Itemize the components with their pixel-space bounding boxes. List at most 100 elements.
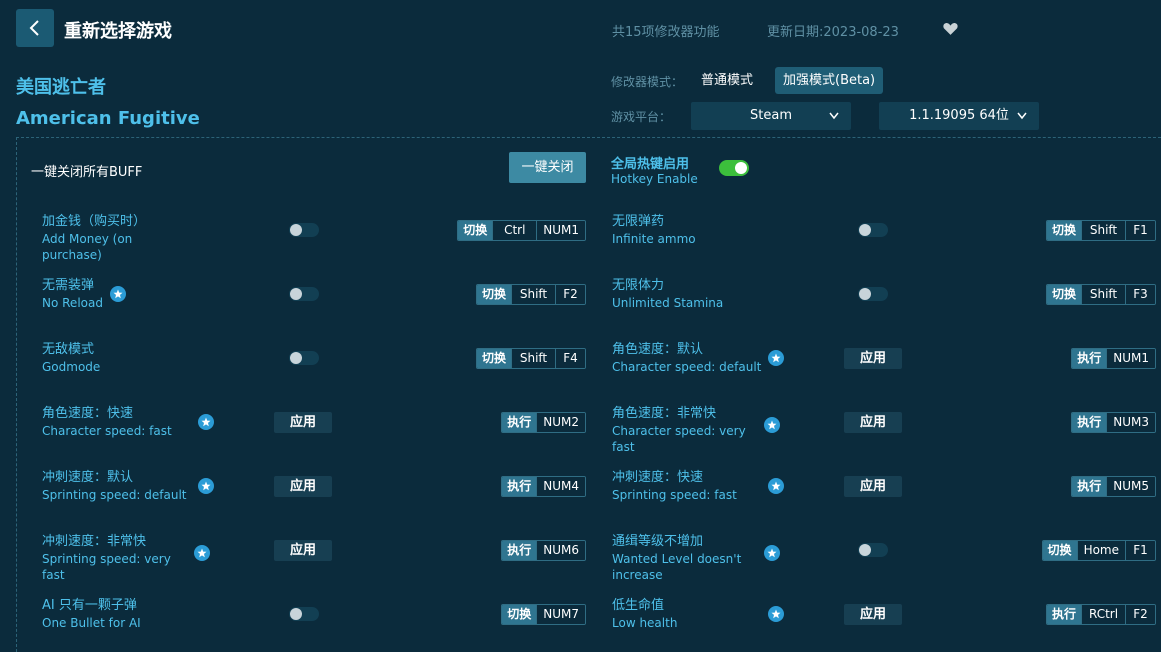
hotkey-key: NUM1 [536, 221, 585, 240]
toggle-knob [290, 224, 302, 236]
star-icon [768, 350, 784, 366]
mode-normal-button[interactable]: 普通模式 [693, 67, 761, 94]
hotkey-key: NUM1 [1106, 349, 1155, 368]
hotkey-action: 执行 [502, 541, 537, 560]
hotkey-action: 执行 [1072, 349, 1107, 368]
chevron-left-icon [29, 20, 39, 36]
hotkey-group[interactable]: 切换 Ctrl NUM1 [457, 220, 586, 241]
feature-name-en: Wanted Level doesn't increase [612, 552, 742, 582]
game-name-cn: 美国逃亡者 [16, 77, 106, 98]
apply-button[interactable]: 应用 [844, 604, 902, 625]
feature-name-en: Character speed: very fast [612, 424, 746, 454]
feature-name-cn: 无敌模式 [42, 342, 95, 357]
feature-name-cn: 低生命值 [612, 598, 665, 613]
hotkey-enable-switch[interactable] [719, 160, 749, 176]
feature-text: AI 只有一颗子弹 One Bullet for AI [42, 597, 192, 631]
heart-icon[interactable] [942, 20, 959, 37]
hotkey-group[interactable]: 切换 Shift F1 [1045, 220, 1156, 241]
platform-label: 游戏平台： [611, 110, 672, 124]
feature-text: 无敌模式 Godmode [42, 341, 192, 375]
feature-text: 低生命值 Low health [612, 597, 762, 631]
feature-name-en: Infinite ammo [612, 232, 696, 246]
game-name-en: American Fugitive [16, 108, 200, 129]
version-select-value: 1.1.19095 64位 [909, 108, 1009, 123]
hotkey-group[interactable]: 切换 Shift F3 [1045, 284, 1156, 305]
feature-text: 冲刺速度：默认 Sprinting speed: default [42, 469, 192, 503]
feature-count: 共15项修改器功能 [612, 25, 720, 40]
apply-button[interactable]: 应用 [274, 412, 332, 433]
feature-toggle[interactable] [858, 543, 888, 557]
hotkey-action: 切换 [1046, 221, 1081, 240]
feature-name-en: Character speed: default [612, 360, 762, 374]
star-icon [110, 286, 126, 302]
toggle-knob [290, 288, 302, 300]
hotkey-action: 执行 [1046, 605, 1081, 624]
feature-toggle[interactable] [858, 223, 888, 237]
feature-text: 冲刺速度：非常快 Sprinting speed: very fast [42, 533, 192, 583]
hotkey-group[interactable]: 执行 NUM3 [1071, 412, 1156, 433]
feature-toggle[interactable] [858, 287, 888, 301]
hotkey-label-en: Hotkey Enable [611, 172, 698, 186]
feature-name-cn: 冲刺速度：非常快 [42, 534, 147, 549]
hotkey-key: F4 [555, 349, 585, 368]
hotkey-group[interactable]: 切换 Shift F4 [475, 348, 586, 369]
feature-toggle[interactable] [289, 607, 319, 621]
hotkey-action: 执行 [1072, 477, 1107, 496]
star-icon [198, 414, 214, 430]
hotkey-group[interactable]: 执行 NUM6 [501, 540, 586, 561]
hotkey-action: 执行 [502, 413, 537, 432]
feature-toggle[interactable] [289, 223, 319, 237]
feature-name-cn: 角色速度：快速 [42, 406, 134, 421]
hotkey-key: RCtrl [1081, 605, 1125, 624]
back-button[interactable] [16, 9, 54, 47]
hotkey-group[interactable]: 切换 Shift F2 [475, 284, 586, 305]
star-icon [764, 417, 780, 433]
hotkey-group[interactable]: 切换 NUM7 [501, 604, 586, 625]
feature-name-en: Sprinting speed: very fast [42, 552, 171, 582]
star-icon [198, 478, 214, 494]
apply-button[interactable]: 应用 [844, 348, 902, 369]
hotkey-action: 切换 [1042, 541, 1077, 560]
platform-select[interactable]: Steam [691, 102, 851, 130]
hotkey-action: 切换 [458, 221, 493, 240]
star-icon [768, 606, 784, 622]
apply-button[interactable]: 应用 [844, 476, 902, 497]
feature-name-cn: 加金钱（购买时） [42, 214, 147, 229]
hotkey-key: NUM5 [1106, 477, 1155, 496]
star-icon [768, 478, 784, 494]
disable-all-label: 一键关闭所有BUFF [31, 165, 143, 180]
version-select[interactable]: 1.1.19095 64位 [879, 102, 1039, 130]
feature-text: 角色速度：非常快 Character speed: very fast [612, 405, 762, 455]
mode-label: 修改器模式： [611, 75, 684, 89]
hotkey-group[interactable]: 执行 NUM5 [1071, 476, 1156, 497]
hotkey-group[interactable]: 执行 NUM1 [1071, 348, 1156, 369]
hotkey-key: Shift [511, 285, 555, 304]
feature-text: 无限弹药 Infinite ammo [612, 213, 762, 247]
feature-text: 冲刺速度：快速 Sprinting speed: fast [612, 469, 762, 503]
hotkey-action: 执行 [502, 477, 537, 496]
feature-toggle[interactable] [289, 287, 319, 301]
hotkey-key: F1 [1125, 221, 1155, 240]
feature-name-cn: AI 只有一颗子弹 [42, 598, 137, 613]
hotkey-key: Ctrl [492, 221, 537, 240]
page-title: 重新选择游戏 [64, 21, 172, 42]
hotkey-group[interactable]: 切换 Home F1 [1041, 540, 1156, 561]
feature-name-en: Sprinting speed: fast [612, 488, 737, 502]
platform-select-value: Steam [750, 108, 792, 123]
feature-name-cn: 无限弹药 [612, 214, 665, 229]
hotkey-key: F1 [1125, 541, 1155, 560]
apply-button[interactable]: 应用 [274, 476, 332, 497]
apply-button[interactable]: 应用 [274, 540, 332, 561]
disable-all-button[interactable]: 一键关闭 [509, 152, 586, 183]
hotkey-action: 执行 [1072, 413, 1107, 432]
feature-toggle[interactable] [289, 351, 319, 365]
star-icon [194, 545, 210, 561]
hotkey-group[interactable]: 执行 RCtrl F2 [1045, 604, 1156, 625]
apply-button[interactable]: 应用 [844, 412, 902, 433]
mode-beta-button[interactable]: 加强模式(Beta) [775, 67, 884, 94]
hotkey-key: NUM4 [536, 477, 585, 496]
hotkey-group[interactable]: 执行 NUM2 [501, 412, 586, 433]
hotkey-group[interactable]: 执行 NUM4 [501, 476, 586, 497]
hotkey-key: NUM6 [536, 541, 585, 560]
hotkey-action: 切换 [1046, 285, 1081, 304]
